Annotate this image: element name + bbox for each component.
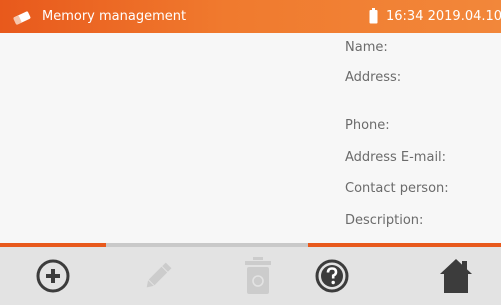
clock: 16:34 2019.04.10: [386, 9, 501, 24]
description-field-label: Description:: [345, 213, 424, 228]
help-button[interactable]: [310, 254, 354, 298]
edit-button[interactable]: [136, 254, 180, 298]
eraser-icon: [12, 10, 32, 29]
time-text: 16:34: [386, 9, 424, 24]
bottom-toolbar: [0, 247, 501, 305]
contact-person-field-label: Contact person:: [345, 181, 449, 196]
pencil-icon: [141, 259, 175, 293]
add-button[interactable]: [31, 254, 75, 298]
home-button[interactable]: [434, 254, 478, 298]
add-circle-icon: [36, 259, 70, 293]
window-title: Memory management: [42, 9, 187, 24]
home-icon: [439, 258, 473, 294]
name-field-label: Name:: [345, 40, 388, 55]
battery-icon: [369, 8, 378, 24]
trash-icon: [243, 257, 273, 295]
email-field-label: Address E-mail:: [345, 150, 447, 165]
title-bar: Memory management 16:34 2019.04.10: [0, 0, 501, 33]
delete-button[interactable]: [236, 254, 280, 298]
date-text: 2019.04.10: [427, 9, 501, 24]
help-icon: [315, 259, 349, 293]
address-field-label: Address:: [345, 70, 402, 85]
client-details-panel: Name: Address: Phone: Address E-mail: Co…: [0, 33, 501, 243]
phone-field-label: Phone:: [345, 118, 390, 133]
